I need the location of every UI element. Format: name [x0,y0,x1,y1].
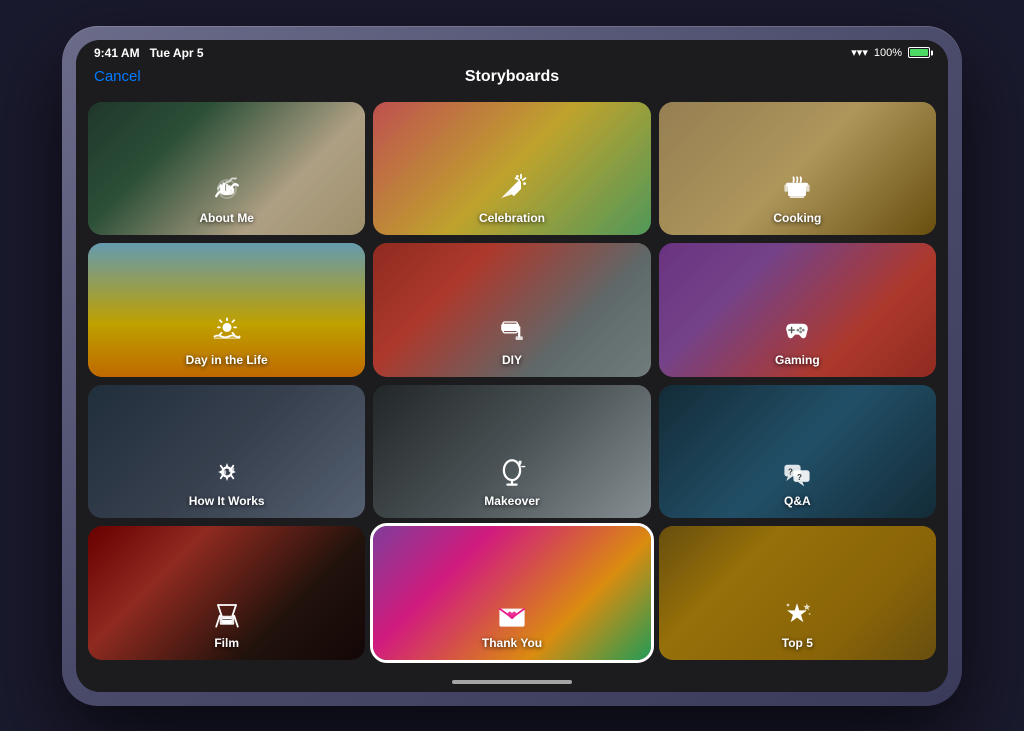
battery-percent: 100% [874,47,902,59]
makeover-label: Makeover [484,494,539,508]
settings-icon [209,454,245,490]
nav-bar: Cancel Storyboards [76,64,948,94]
gaming-label: Gaming [775,353,820,367]
grid-item-top5[interactable]: Top 5 [659,526,936,660]
wifi-icon: ▾▾▾ [851,46,868,59]
pot-icon [779,171,815,207]
gamepad-icon [779,313,815,349]
celebration-label: Celebration [479,211,545,225]
how-it-works-label: How It Works [189,494,265,508]
diy-label: DIY [502,353,522,367]
roller-icon [494,313,530,349]
mirror-icon [494,454,530,490]
home-bar [452,680,572,684]
thank-you-label: Thank You [482,636,542,650]
status-right: ▾▾▾ 100% [851,46,930,59]
time-display: 9:41 AM [94,46,140,60]
top5-label: Top 5 [782,636,813,650]
grid-item-makeover[interactable]: Makeover [373,385,650,519]
envelope-icon [494,596,530,632]
battery-icon [908,47,930,58]
svg-text:?: ? [797,473,802,482]
speech-icon: ? ? [779,454,815,490]
grid-item-film[interactable]: Film [88,526,365,660]
date-display: Tue Apr 5 [150,46,204,60]
cooking-label: Cooking [773,211,821,225]
status-time: 9:41 AM Tue Apr 5 [94,46,204,60]
grid-item-diy[interactable]: DIY [373,243,650,377]
grid-item-thank-you[interactable]: Thank You [373,526,650,660]
grid-item-qa[interactable]: ? ? Q&A [659,385,936,519]
film-label: Film [214,636,239,650]
storyboard-grid: About Me Celebration [76,94,948,672]
home-indicator [76,672,948,692]
wave-icon [209,171,245,207]
status-bar: 9:41 AM Tue Apr 5 ▾▾▾ 100% [76,40,948,64]
grid-item-day-in-life[interactable]: Day in the Life [88,243,365,377]
day-in-life-label: Day in the Life [186,353,268,367]
page-title: Storyboards [465,68,559,86]
about-me-label: About Me [199,211,254,225]
cancel-button[interactable]: Cancel [94,68,141,85]
grid-item-cooking[interactable]: Cooking [659,102,936,236]
qa-label: Q&A [784,494,811,508]
sun-icon [209,313,245,349]
ipad-device: 9:41 AM Tue Apr 5 ▾▾▾ 100% Cancel Storyb… [62,26,962,706]
grid-item-about-me[interactable]: About Me [88,102,365,236]
grid-item-how-it-works[interactable]: How It Works [88,385,365,519]
svg-text:?: ? [788,468,793,477]
grid-item-gaming[interactable]: Gaming [659,243,936,377]
grid-item-celebration[interactable]: Celebration [373,102,650,236]
ipad-screen: 9:41 AM Tue Apr 5 ▾▾▾ 100% Cancel Storyb… [76,40,948,692]
director-icon [209,596,245,632]
party-icon [494,171,530,207]
star-icon [779,596,815,632]
